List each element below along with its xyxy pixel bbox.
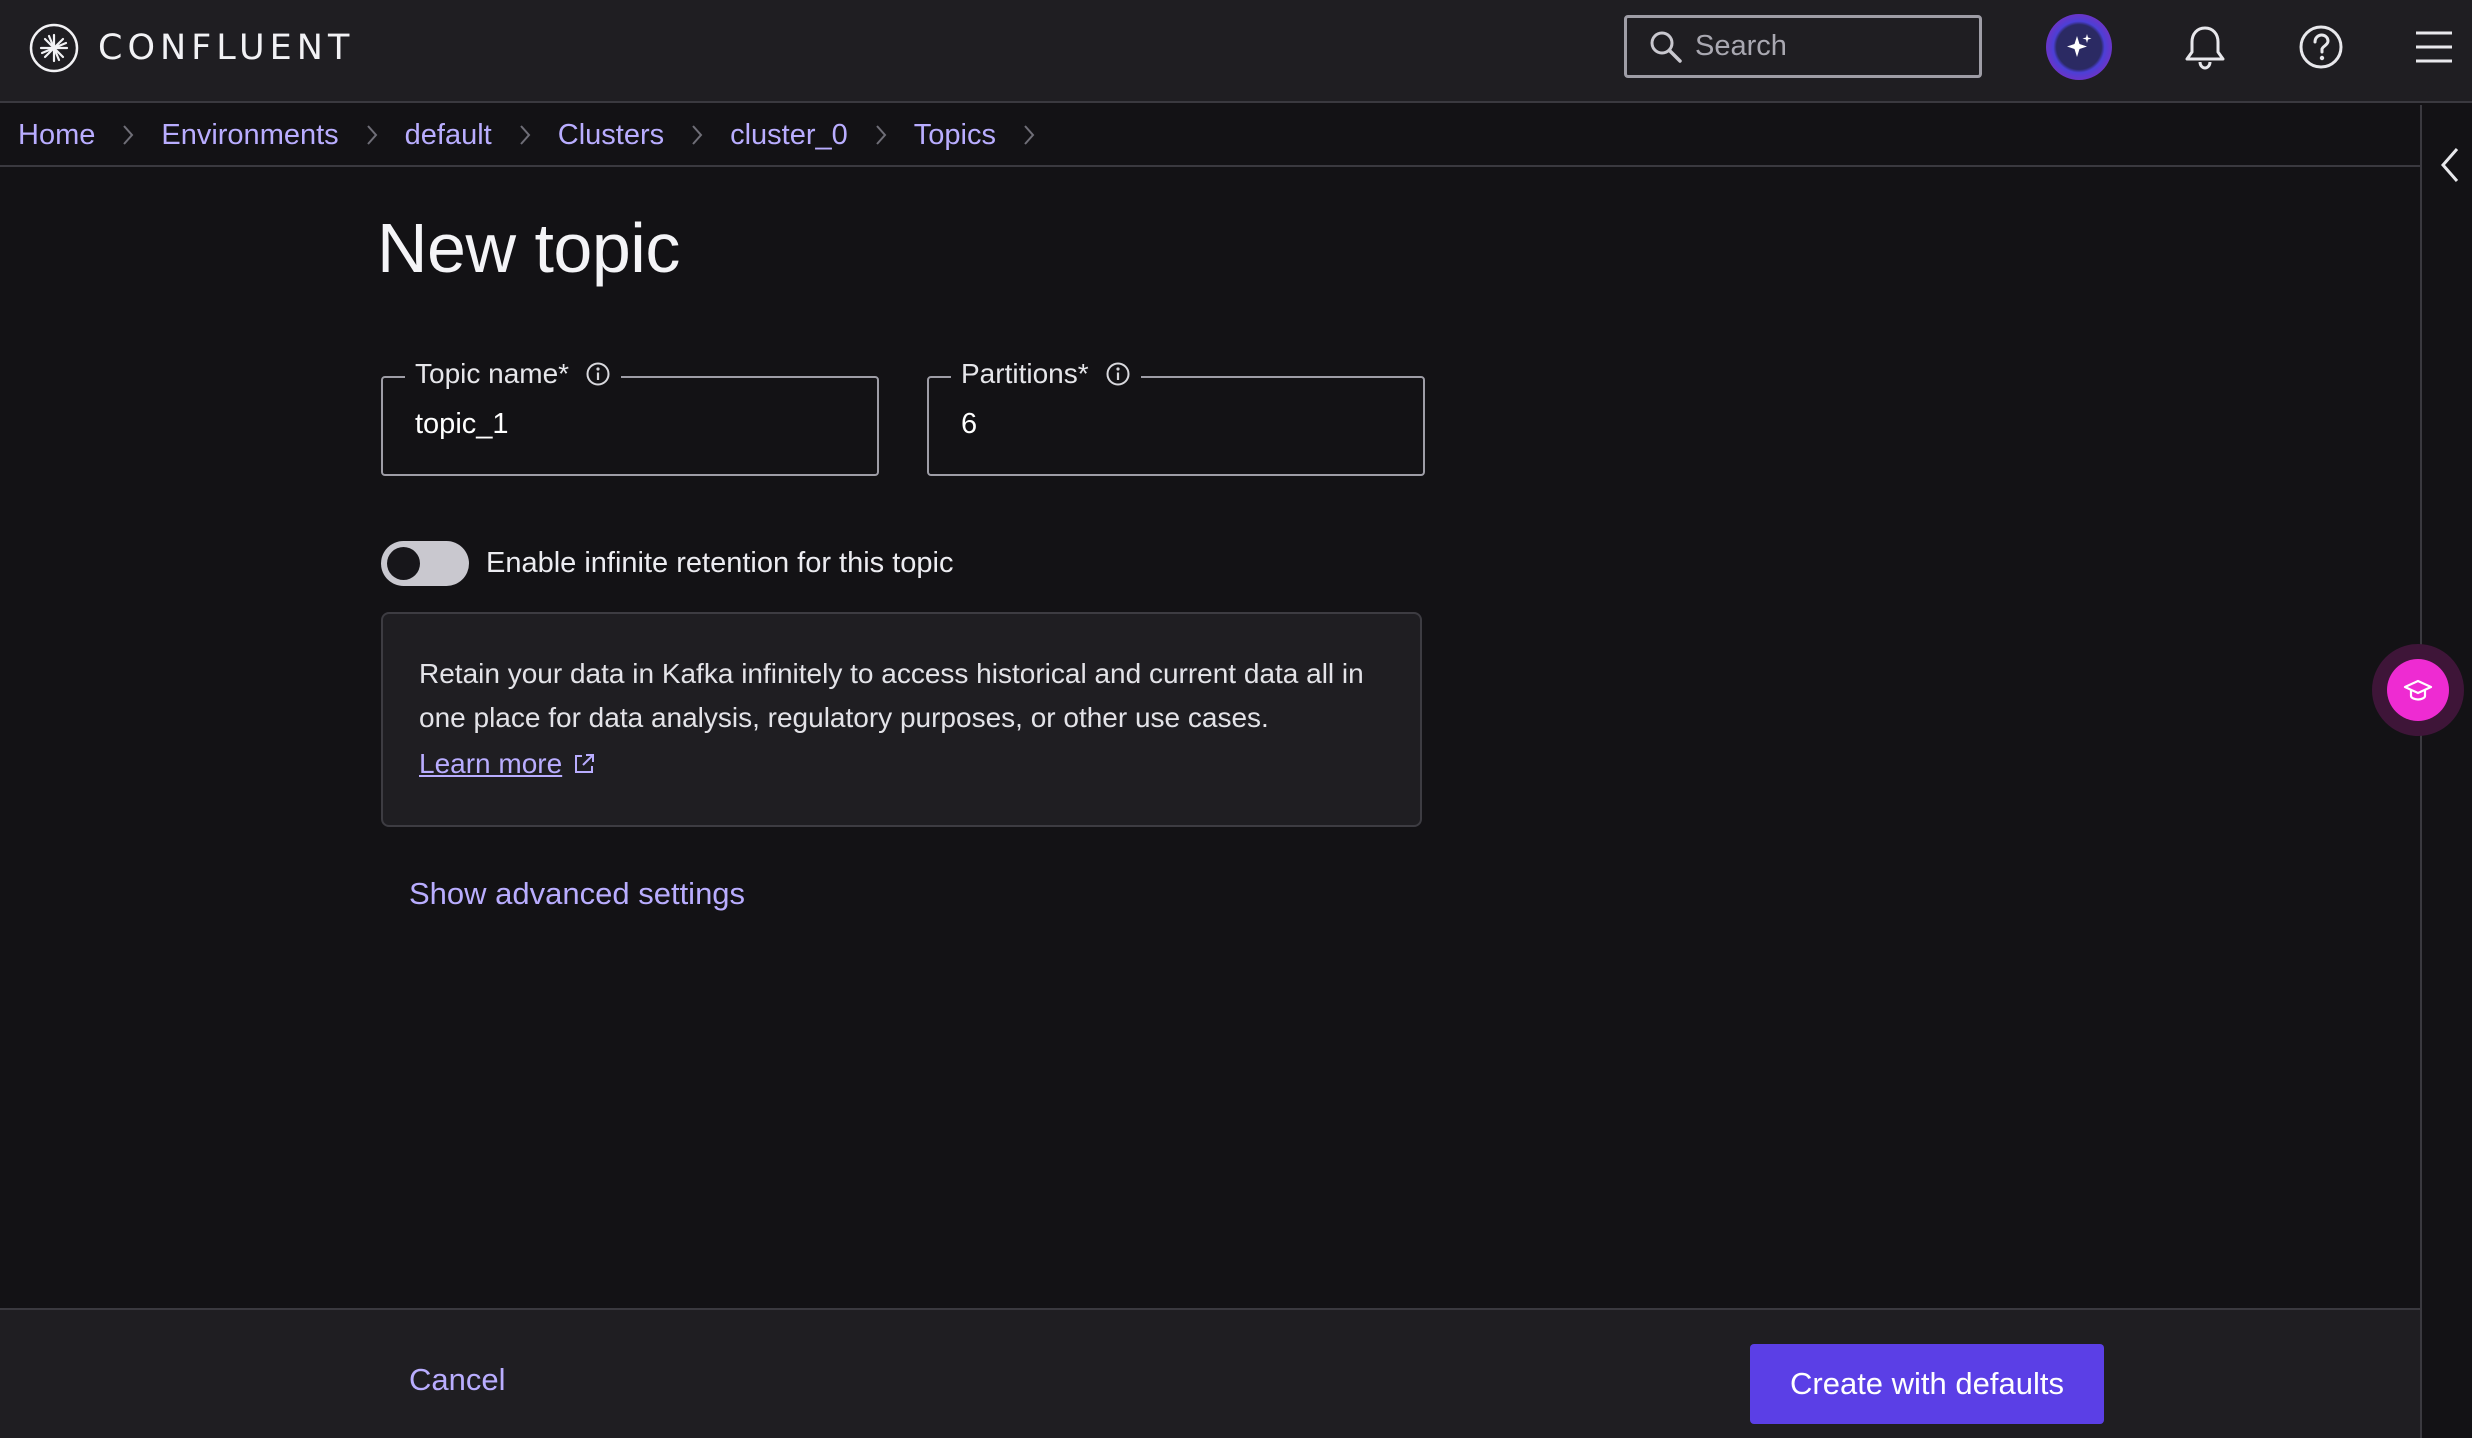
- learning-center-inner: [2387, 659, 2449, 721]
- partitions-input[interactable]: [961, 408, 1381, 441]
- learning-center-button[interactable]: [2372, 644, 2464, 736]
- breadcrumb-environments[interactable]: Environments: [161, 119, 338, 152]
- topic-name-label-group: Topic name*: [405, 358, 622, 390]
- help-icon: [2299, 25, 2343, 69]
- topic-name-label: Topic name*: [415, 358, 570, 389]
- right-panel-divider: [2420, 105, 2422, 1438]
- main-menu-button[interactable]: [2401, 14, 2467, 80]
- top-bar: CONFLUENT: [0, 0, 2472, 103]
- learn-more-link[interactable]: Learn more: [419, 748, 596, 780]
- infinite-retention-label: Enable infinite retention for this topic: [486, 547, 954, 579]
- retention-info-box: Retain your data in Kafka infinitely to …: [381, 612, 1422, 827]
- panel-toggle-button[interactable]: [2430, 140, 2470, 190]
- topic-name-field[interactable]: Topic name*: [381, 358, 879, 476]
- chevron-right-icon: [1022, 123, 1036, 147]
- logo-text: CONFLUENT: [98, 28, 355, 68]
- chevron-right-icon: [518, 123, 532, 147]
- retention-info-text: Retain your data in Kafka infinitely to …: [419, 658, 1364, 733]
- confluent-logo[interactable]: CONFLUENT: [28, 22, 354, 74]
- external-link-icon: [575, 754, 595, 773]
- confluent-logo-icon: [29, 23, 79, 73]
- search-input[interactable]: [1695, 30, 1965, 63]
- ai-assistant-button[interactable]: [2046, 14, 2112, 80]
- chevron-right-icon: [121, 123, 135, 147]
- notifications-button[interactable]: [2172, 14, 2238, 80]
- cancel-button[interactable]: Cancel: [409, 1362, 506, 1398]
- help-button[interactable]: [2288, 14, 2354, 80]
- info-icon[interactable]: [1105, 361, 1131, 387]
- show-advanced-settings-link[interactable]: Show advanced settings: [409, 876, 745, 912]
- info-icon[interactable]: [585, 361, 611, 387]
- hamburger-menu-icon: [2416, 31, 2452, 63]
- chevron-left-icon: [2441, 148, 2459, 182]
- partitions-label: Partitions*: [961, 358, 1089, 389]
- partitions-label-group: Partitions*: [951, 358, 1141, 390]
- breadcrumb-cluster[interactable]: cluster_0: [730, 119, 848, 152]
- bell-icon: [2185, 26, 2225, 70]
- graduation-cap-icon: [2403, 679, 2433, 701]
- chevron-right-icon: [874, 123, 888, 147]
- learn-more-label: Learn more: [419, 748, 563, 779]
- chevron-right-icon: [690, 123, 704, 147]
- infinite-retention-toggle[interactable]: [381, 541, 469, 586]
- search-icon: [1650, 31, 1682, 63]
- search-box[interactable]: [1624, 15, 1982, 78]
- footer-bar: Cancel Create with defaults: [0, 1308, 2420, 1438]
- topic-name-input[interactable]: [415, 408, 835, 441]
- chevron-right-icon: [365, 123, 379, 147]
- toggle-knob: [387, 547, 420, 580]
- partitions-field[interactable]: Partitions*: [927, 358, 1425, 476]
- breadcrumb-topics[interactable]: Topics: [914, 119, 996, 152]
- infinite-retention-row: Enable infinite retention for this topic: [381, 541, 954, 586]
- ai-assistant-icon: [2067, 34, 2092, 57]
- breadcrumb-home[interactable]: Home: [18, 119, 95, 152]
- breadcrumb-default[interactable]: default: [405, 119, 492, 152]
- breadcrumb: Home Environments default Clusters clust…: [0, 105, 2420, 167]
- create-with-defaults-button[interactable]: Create with defaults: [1750, 1344, 2104, 1424]
- page-title: New topic: [377, 209, 680, 287]
- breadcrumb-clusters[interactable]: Clusters: [558, 119, 664, 152]
